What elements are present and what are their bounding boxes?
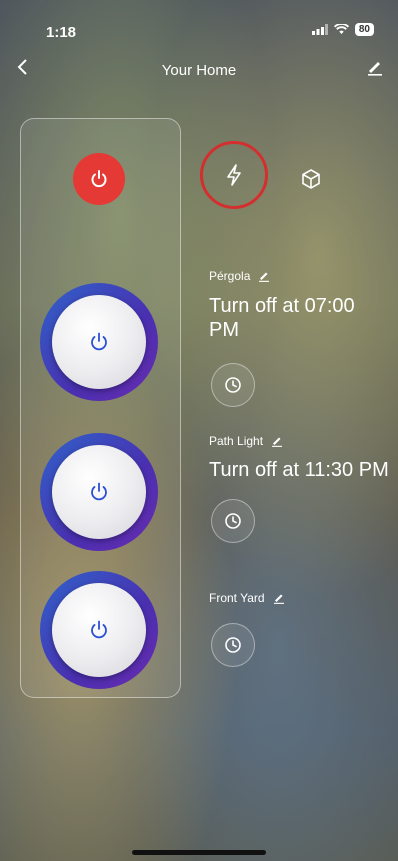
- device-name-row: Front Yard: [209, 591, 285, 605]
- schedule-button[interactable]: [211, 363, 255, 407]
- pencil-icon: [368, 62, 382, 76]
- power-icon: [91, 620, 107, 639]
- app-screen: 1:18 80 Your Home Pérgola Turn off at 07…: [0, 0, 398, 861]
- power-icon: [91, 332, 107, 351]
- device-name: Path Light: [209, 434, 264, 448]
- clock-icon: [225, 637, 241, 653]
- clock-icon: [225, 377, 241, 393]
- bolt-icon: [227, 164, 241, 186]
- status-bar: 1:18 80: [0, 0, 398, 44]
- power-switch-face: [52, 445, 146, 539]
- status-icons: 80: [311, 23, 374, 36]
- pencil-icon[interactable]: [258, 270, 270, 282]
- device-schedule: Turn off at 11:30 PM: [209, 459, 389, 481]
- tab-power[interactable]: [73, 153, 125, 205]
- device-schedule: Turn off at 07:00 PM: [209, 295, 355, 341]
- schedule-button[interactable]: [211, 623, 255, 667]
- power-switch-path-light[interactable]: [40, 433, 158, 551]
- status-time: 1:18: [46, 24, 77, 41]
- battery-indicator: 80: [354, 23, 374, 36]
- device-name: Pérgola: [209, 269, 251, 283]
- edit-button[interactable]: [366, 58, 384, 81]
- nav-bar: Your Home: [0, 58, 398, 84]
- wifi-icon: [333, 24, 349, 34]
- device-name: Front Yard: [209, 591, 265, 605]
- cube-icon: [302, 169, 320, 189]
- device-name-row: Path Light: [209, 434, 283, 448]
- clock-icon: [225, 513, 241, 529]
- power-icon: [91, 170, 107, 188]
- power-icon: [91, 482, 107, 501]
- page-title: Your Home: [161, 62, 237, 79]
- device-name-row: Pérgola: [209, 269, 270, 283]
- tab-scenes[interactable]: [289, 157, 333, 201]
- power-switch-front-yard[interactable]: [40, 571, 158, 689]
- schedule-button[interactable]: [211, 499, 255, 543]
- pencil-icon[interactable]: [271, 435, 283, 447]
- tab-automation[interactable]: [200, 141, 268, 209]
- home-indicator[interactable]: [132, 850, 266, 855]
- power-switch-face: [52, 583, 146, 677]
- pencil-icon[interactable]: [273, 592, 285, 604]
- signal-icon: [311, 24, 328, 35]
- power-switch-face: [52, 295, 146, 389]
- power-switch-pergola[interactable]: [40, 283, 158, 401]
